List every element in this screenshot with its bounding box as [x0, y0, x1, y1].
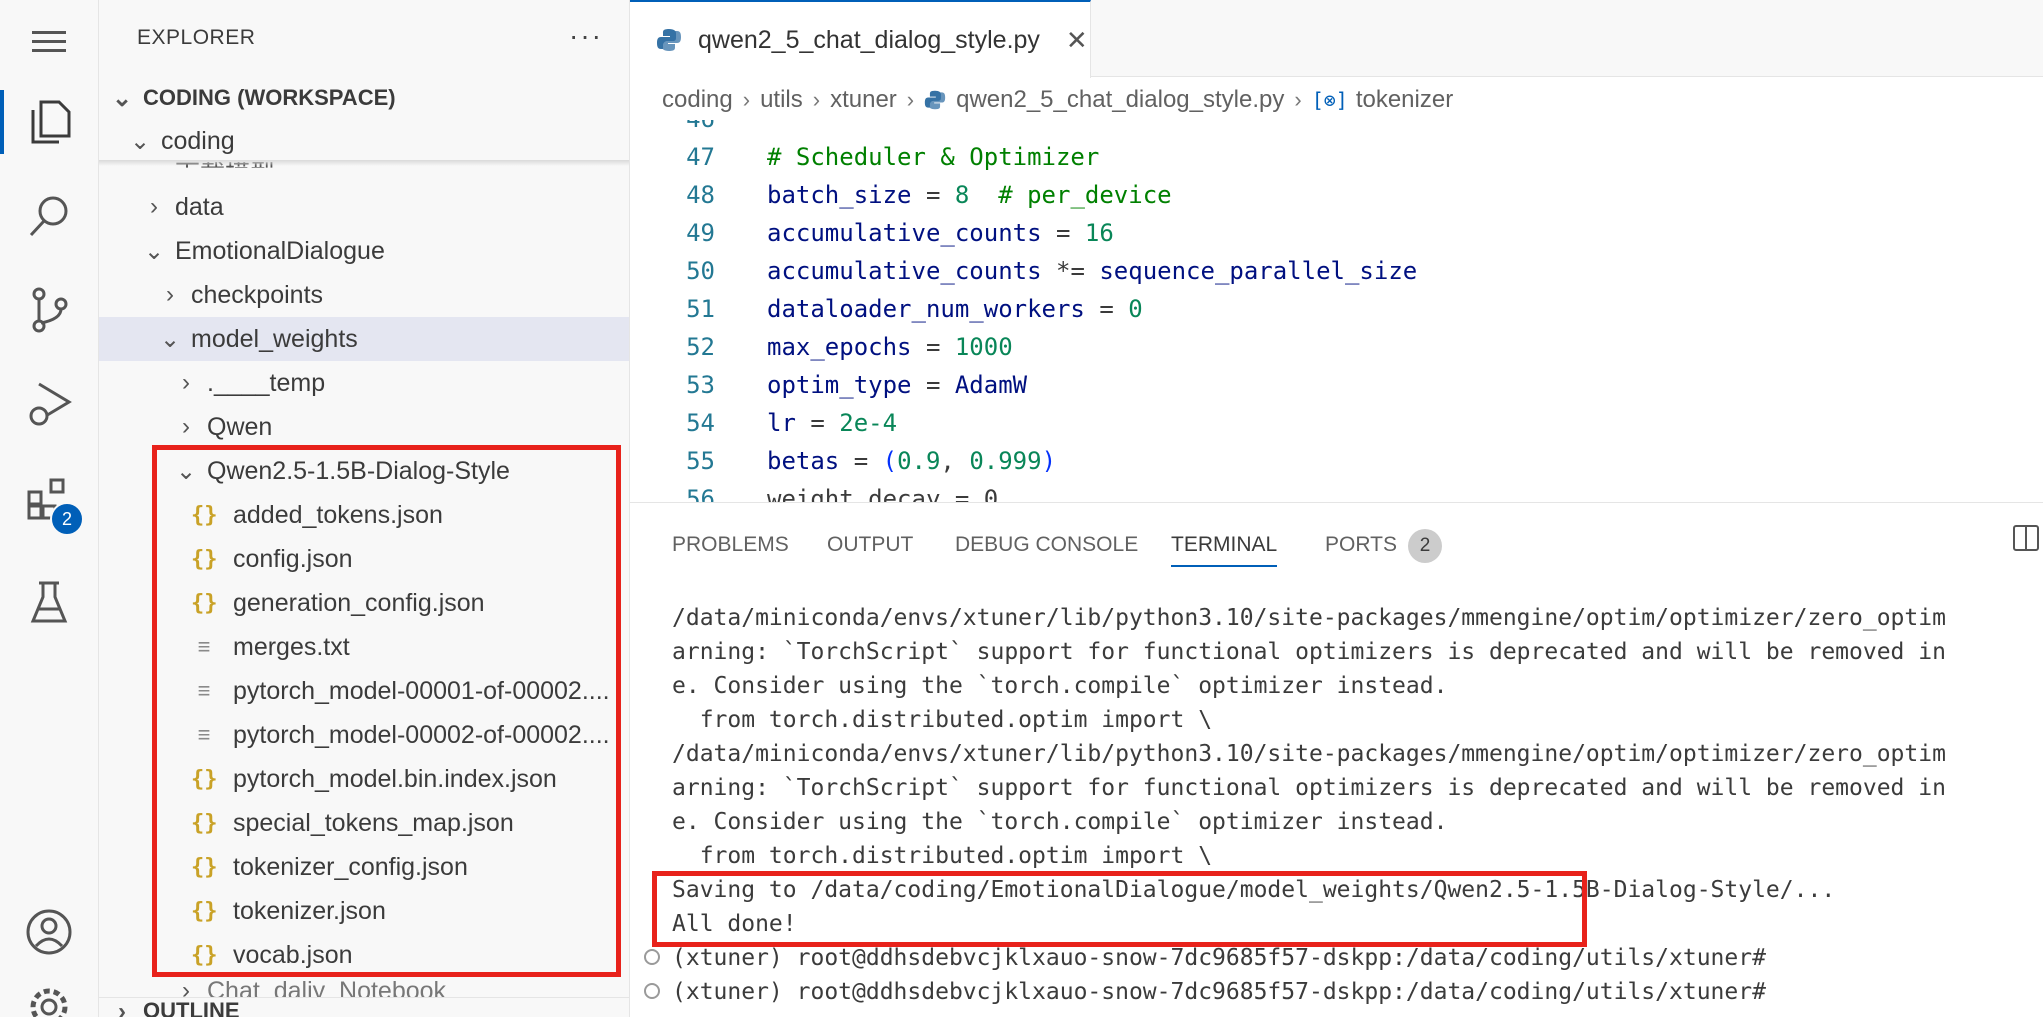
terminal-line: from torch.distributed.optim import \: [672, 707, 1213, 733]
chevron-right-icon: ›: [118, 998, 126, 1017]
breadcrumb-item[interactable]: xtuner: [830, 86, 897, 114]
highlight-box-files: [152, 445, 621, 977]
workspace-header[interactable]: ⌄ CODING (WORKSPACE): [99, 76, 629, 120]
terminal-line: /data/miniconda/envs/xtuner/lib/python3.…: [672, 605, 1946, 631]
code-line: 49 accumulative_counts = 16: [686, 219, 1114, 247]
terminal-line: from torch.distributed.optim import \: [672, 843, 1213, 869]
highlight-box-terminal: [652, 871, 1587, 947]
chevron-right-icon: ›: [812, 87, 821, 112]
terminal-line: /data/miniconda/envs/xtuner/lib/python3.…: [672, 741, 1946, 767]
tree-item-partial-bottom[interactable]: › Chat_daliy_Notebook: [99, 977, 629, 997]
code-line: 53 optim_type = AdamW: [686, 371, 1028, 399]
tab-qwen2-5-chat-dialog-style[interactable]: qwen2_5_chat_dialog_style.py ✕: [630, 0, 1091, 78]
code-line: 46: [630, 120, 715, 138]
code-line: 55 betas = (0.9, 0.999): [686, 447, 1057, 475]
breadcrumb-item[interactable]: utils: [760, 86, 803, 114]
chevron-right-icon: ›: [906, 87, 915, 112]
terminal-line: arning: `TorchScript` support for functi…: [672, 639, 1946, 665]
explorer-icon[interactable]: [0, 82, 98, 162]
terminal-line: e. Consider using the `torch.compile` op…: [672, 673, 1448, 699]
explorer-sidebar: EXPLORER ··· › 下载模型 ⌄ CODING (WORKSPACE) ⌄…: [99, 0, 630, 1017]
activity-bar: 2: [0, 0, 99, 1017]
chevron-down-icon: ⌄: [129, 127, 151, 155]
python-file-icon: [924, 90, 946, 110]
run-debug-icon[interactable]: [0, 364, 98, 444]
settings-icon[interactable]: [0, 985, 98, 1017]
terminal-line: e. Consider using the `torch.compile` op…: [672, 809, 1448, 835]
code-line: 47 # Scheduler & Optimizer: [686, 143, 1100, 171]
breadcrumb-item[interactable]: tokenizer: [1356, 86, 1453, 114]
account-icon[interactable]: [0, 892, 98, 972]
sticky-scroll-shadow: [99, 160, 629, 166]
command-status-dot-icon: [644, 983, 660, 999]
tree-item-emotional-dialogue[interactable]: ⌄ EmotionalDialogue: [99, 229, 629, 273]
split-panel-icon[interactable]: [2013, 525, 2039, 551]
menu-icon[interactable]: [0, 2, 98, 82]
testing-icon[interactable]: [0, 562, 98, 642]
outline-header[interactable]: › OUTLINE: [99, 997, 629, 1017]
code-line: 54 lr = 2e-4: [686, 409, 898, 437]
tree-item-checkpoints[interactable]: › checkpoints: [99, 273, 629, 317]
code-editor[interactable]: 46 47# Scheduler & Optimizer 48batch_siz…: [630, 120, 2043, 502]
tab-ports[interactable]: PORTS: [1325, 525, 1397, 565]
chevron-right-icon: ›: [182, 413, 190, 440]
chevron-down-icon: ⌄: [111, 84, 133, 112]
tab-label: qwen2_5_chat_dialog_style.py: [698, 25, 1040, 54]
chevron-right-icon: ›: [182, 369, 190, 396]
terminal-line: arning: `TorchScript` support for functi…: [672, 775, 1946, 801]
chevron-right-icon: ›: [150, 193, 158, 220]
code-line: 50 accumulative_counts *= sequence_parall…: [686, 257, 1418, 285]
tab-output[interactable]: OUTPUT: [827, 525, 913, 565]
variable-symbol-icon: [⊗]: [1311, 88, 1348, 112]
chevron-right-icon: ›: [182, 977, 190, 997]
breadcrumb-item[interactable]: coding: [662, 86, 733, 114]
bottom-panel: PROBLEMS OUTPUT DEBUG CONSOLE TERMINAL P…: [630, 502, 2043, 1018]
tree-item-temp[interactable]: › .____temp: [99, 361, 629, 405]
tab-terminal[interactable]: TERMINAL: [1171, 525, 1278, 567]
chevron-down-icon: ⌄: [159, 325, 181, 353]
source-control-icon[interactable]: [0, 270, 98, 350]
code-line: 48 batch_size = 8 # per_device: [686, 181, 1172, 209]
editor-tab-bar: qwen2_5_chat_dialog_style.py ✕: [630, 0, 2043, 78]
extensions-badge: 2: [50, 502, 84, 536]
tab-debug-console[interactable]: DEBUG CONSOLE: [955, 525, 1138, 565]
extensions-icon[interactable]: 2: [0, 458, 98, 538]
explorer-title: EXPLORER: [137, 26, 256, 49]
chevron-right-icon: ›: [166, 281, 174, 308]
tab-problems[interactable]: PROBLEMS: [672, 525, 789, 565]
search-icon[interactable]: [0, 176, 98, 256]
ports-badge: 2: [1408, 529, 1442, 563]
tree-item-data[interactable]: › data: [99, 185, 629, 229]
chevron-right-icon: ›: [742, 87, 751, 112]
python-file-icon: [657, 29, 681, 51]
close-icon[interactable]: ✕: [1066, 25, 1088, 56]
chevron-right-icon: ›: [1294, 87, 1302, 112]
tree-item-qwen[interactable]: › Qwen: [99, 405, 629, 449]
explorer-more-button[interactable]: ···: [569, 20, 603, 52]
tree-item-coding[interactable]: ⌄ coding: [99, 120, 629, 162]
tree-item-model-weights[interactable]: ⌄ model_weights: [99, 317, 629, 361]
command-status-dot-icon: [644, 949, 660, 965]
breadcrumb: coding › utils › xtuner › qwen2_5_chat_d…: [630, 78, 2043, 122]
code-line: 51 dataloader_num_workers = 0: [686, 295, 1143, 323]
breadcrumb-item[interactable]: qwen2_5_chat_dialog_style.py: [956, 86, 1284, 114]
code-line: 52 max_epochs = 1000: [686, 333, 1013, 361]
terminal-prompt: (xtuner) root@ddhsdebvcjklxauo-snow-7dc9…: [672, 979, 1766, 1005]
chevron-down-icon: ⌄: [143, 237, 165, 265]
code-line: 56 weight_decay = 0: [686, 485, 999, 502]
